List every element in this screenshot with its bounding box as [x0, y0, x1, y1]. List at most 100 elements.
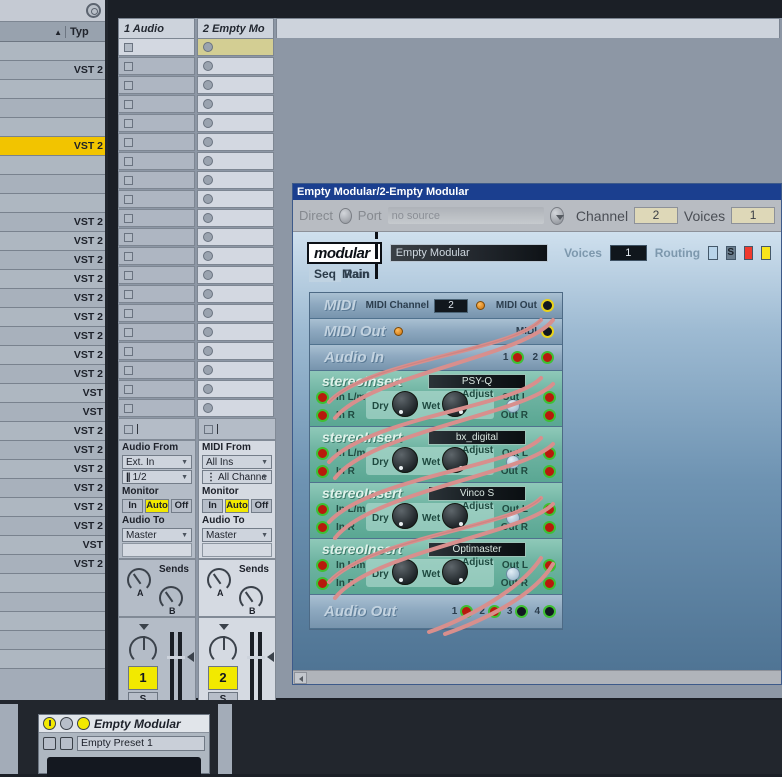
monitor-auto-button-2[interactable]: Auto	[225, 499, 249, 513]
audio-out-jack[interactable]	[515, 605, 529, 618]
monitor-off-button-1[interactable]: Off	[170, 499, 193, 513]
insert-plugin-name[interactable]: PSY-Q	[428, 374, 526, 389]
clip-stop-square-icon[interactable]	[124, 308, 133, 318]
send-b-knob-2[interactable]: B	[239, 586, 263, 616]
dry-knob[interactable]	[392, 391, 418, 417]
input-jack-left[interactable]	[316, 447, 329, 460]
clip-slot[interactable]	[196, 361, 274, 379]
input-jack-left[interactable]	[316, 391, 329, 404]
browser-list-item[interactable]: VST	[0, 403, 105, 422]
audio-in-jack[interactable]	[511, 351, 525, 364]
browser-list-item[interactable]	[0, 631, 105, 650]
clip-launch-circle-icon[interactable]	[202, 384, 213, 394]
clip-slot[interactable]	[196, 190, 274, 208]
browser-list-item[interactable]: VST 2	[0, 460, 105, 479]
output-jack-left[interactable]	[543, 391, 556, 404]
browser-list-item[interactable]	[0, 156, 105, 175]
browser-list-item[interactable]: VST	[0, 536, 105, 555]
modular-voices-value[interactable]: 1	[609, 245, 647, 261]
clip-slot[interactable]	[196, 133, 274, 151]
clip-slot[interactable]	[118, 285, 195, 303]
monitor-off-button-2[interactable]: Off	[250, 499, 273, 513]
clip-launch-circle-icon[interactable]	[202, 289, 213, 299]
stop-square-icon[interactable]	[124, 424, 133, 434]
output-jack-right[interactable]	[543, 577, 556, 590]
clip-launch-circle-icon[interactable]	[202, 403, 213, 413]
clip-slot[interactable]	[196, 76, 274, 94]
rack-module-stereo-insert[interactable]: stereoInsert PSY-Q In L/m In R Dry Wet Adjust O…	[310, 371, 562, 427]
stop-square-icon[interactable]	[204, 424, 213, 434]
dry-knob[interactable]	[392, 503, 418, 529]
rack-module-stereo-insert[interactable]: stereoInsert Vinco S In L/m In R Dry Wet Adjus…	[310, 483, 562, 539]
clip-slot[interactable]	[118, 342, 195, 360]
browser-list-item[interactable]: VST 2	[0, 517, 105, 536]
audio-out-jack[interactable]	[487, 605, 501, 618]
browser-list-item[interactable]	[0, 99, 105, 118]
routing-solo-button[interactable]: S	[725, 246, 736, 260]
wet-knob[interactable]	[442, 503, 468, 529]
clip-slot[interactable]	[118, 57, 195, 75]
patch-name-field[interactable]: Empty Modular	[389, 244, 549, 262]
midi-from-select[interactable]: All Ins ▼	[202, 455, 272, 469]
clip-stop-square-icon[interactable]	[124, 327, 133, 337]
rack-module-stereo-insert[interactable]: stereoInsert bx_digital In L/m In R Dry Wet Ad…	[310, 427, 562, 483]
clip-slot[interactable]	[196, 399, 274, 417]
track-header-1[interactable]: 1 Audio	[118, 18, 195, 38]
clip-slot[interactable]	[196, 266, 274, 284]
monitor-in-button-1[interactable]: In	[122, 499, 144, 513]
clip-slot[interactable]	[118, 152, 195, 170]
rack-module-audio-out[interactable]: Audio Out 1 2 3 4	[310, 595, 562, 629]
clip-launch-circle-icon[interactable]	[202, 99, 213, 109]
browser-list-item[interactable]	[0, 194, 105, 213]
audio-to-sub-select-2[interactable]	[202, 543, 272, 557]
clip-slot[interactable]	[118, 247, 195, 265]
clip-launch-circle-icon[interactable]	[202, 346, 213, 356]
clip-slot[interactable]	[196, 152, 274, 170]
rack-module-audio-in[interactable]: Audio In 1 2	[310, 345, 562, 371]
browser-list-item[interactable]	[0, 80, 105, 99]
track-number-2[interactable]: 2	[208, 666, 238, 690]
audio-to-select-1[interactable]: Master ▼	[122, 528, 192, 542]
clip-slot[interactable]	[118, 209, 195, 227]
clip-launch-circle-icon[interactable]	[202, 213, 213, 223]
output-jack-left[interactable]	[543, 559, 556, 572]
monitor-auto-button-1[interactable]: Auto	[145, 499, 169, 513]
routing-swatch-red[interactable]	[743, 246, 754, 260]
clip-stop-square-icon[interactable]	[124, 175, 133, 185]
chevron-down-icon[interactable]	[60, 717, 73, 730]
input-jack-left[interactable]	[316, 559, 329, 572]
clip-slot[interactable]	[118, 133, 195, 151]
browser-list-item[interactable]: VST 2	[0, 327, 105, 346]
clip-stop-square-icon[interactable]	[124, 289, 133, 299]
clip-stop-square-icon[interactable]	[124, 270, 133, 280]
scroll-left-button[interactable]	[294, 671, 307, 684]
clip-slot[interactable]	[118, 190, 195, 208]
browser-panel[interactable]: ▲ Typ VST 2 VST 2 VST 2 VST 2 VST 2 VST 2 VST …	[0, 0, 108, 700]
wet-knob[interactable]	[442, 559, 468, 585]
clip-launch-circle-icon[interactable]	[202, 251, 213, 261]
clip-stop-square-icon[interactable]	[124, 80, 133, 90]
clip-slot[interactable]	[196, 323, 274, 341]
rack-module-stereo-insert[interactable]: stereoInsert Optimaster In L/m In R Dry Wet Ad…	[310, 539, 562, 595]
browser-list-item[interactable]: VST 2	[0, 270, 105, 289]
browser-column-headers[interactable]: ▲ Typ	[0, 22, 105, 42]
monitor-in-button-2[interactable]: In	[202, 499, 224, 513]
plugin-horizontal-scrollbar[interactable]	[293, 670, 781, 684]
save-disk-icon[interactable]	[60, 737, 73, 750]
voices-value[interactable]: 1	[731, 207, 775, 224]
clip-stop-square-icon[interactable]	[124, 384, 133, 394]
clip-slot[interactable]	[196, 285, 274, 303]
clip-launch-circle-icon[interactable]	[202, 175, 213, 185]
clip-launch-circle-icon[interactable]	[202, 118, 213, 128]
rack-module-midi[interactable]: MIDI MIDI Channel 2 MIDI Out	[310, 293, 562, 319]
clip-slot[interactable]	[196, 304, 274, 322]
clip-launch-circle-icon[interactable]	[202, 137, 213, 147]
clip-slot[interactable]	[118, 114, 195, 132]
clip-stop-square-icon[interactable]	[124, 156, 133, 166]
browser-list-item[interactable]: VST 2	[0, 232, 105, 251]
input-jack-left[interactable]	[316, 503, 329, 516]
send-a-knob-1[interactable]: A	[127, 568, 151, 598]
browser-type-column-header[interactable]: Typ	[65, 25, 105, 38]
pan-knob-2[interactable]	[209, 636, 237, 664]
stop-slot-track-1[interactable]	[118, 418, 196, 440]
